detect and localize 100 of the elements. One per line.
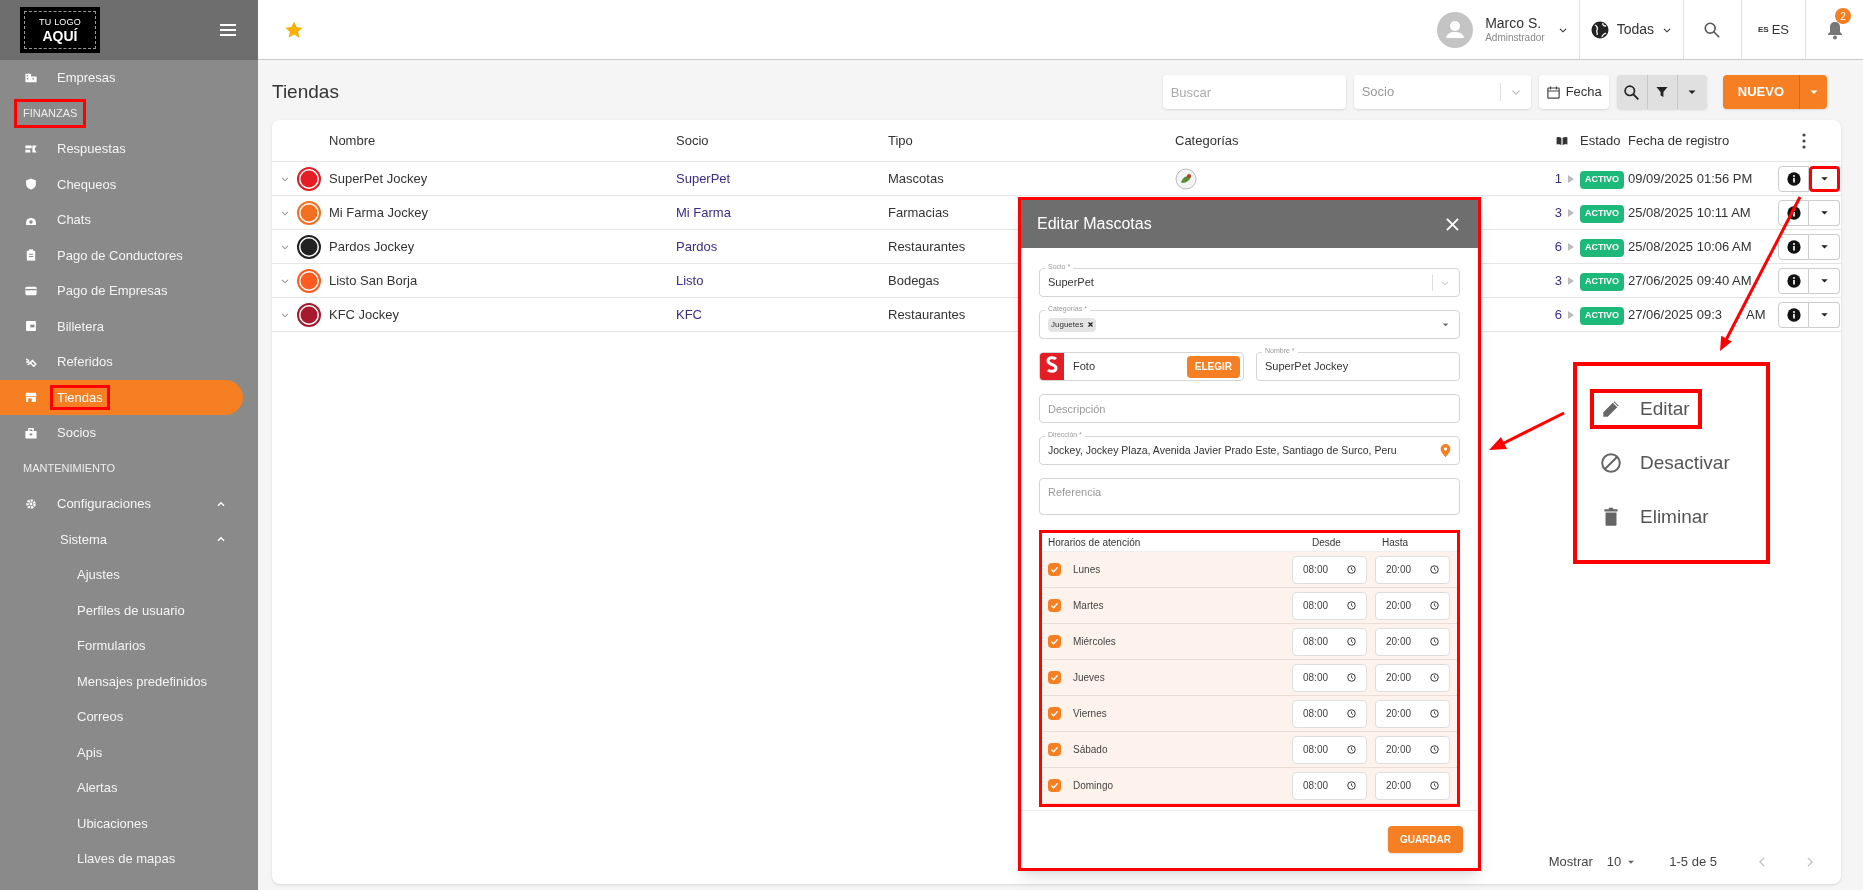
table-cell: Mascotas — [888, 170, 944, 186]
info-button[interactable] — [1778, 267, 1809, 294]
day-label: Viernes — [1073, 707, 1107, 721]
info-button[interactable] — [1778, 233, 1809, 260]
time-field[interactable]: 08:00 — [1292, 627, 1367, 656]
clock-icon — [1347, 565, 1356, 574]
check-icon — [1050, 745, 1059, 754]
search-icon — [1623, 83, 1641, 101]
menu-item-icon — [24, 177, 38, 192]
info-button[interactable] — [1778, 199, 1809, 226]
info-icon — [1786, 273, 1801, 288]
table-cell-text: 25/08/2025 10:11 AM — [1628, 203, 1751, 222]
column-header: Nombre — [329, 132, 376, 148]
location-pin-icon — [1440, 444, 1451, 457]
menu-item[interactable]: Eliminar — [1590, 497, 1721, 537]
reference-field[interactable]: Referencia — [1039, 478, 1460, 515]
menu-item-icon — [24, 425, 38, 440]
check-icon — [1050, 709, 1059, 718]
date-button[interactable]: Fecha — [1538, 75, 1609, 109]
time-field[interactable]: 20:00 — [1375, 699, 1450, 728]
table-cell: Listo San Borja — [329, 272, 418, 288]
checkbox[interactable] — [1048, 707, 1061, 720]
address-field[interactable]: Jockey, Jockey Plaza, Avenida Javier Prado Este, Santiago de Surco, Peru — [1039, 436, 1460, 465]
info-icon — [1786, 239, 1801, 254]
table-cell: Mi Farma Jockey — [329, 204, 428, 220]
time-field[interactable]: 08:00 — [1292, 699, 1367, 728]
clock-icon — [1430, 601, 1439, 610]
count-link[interactable]: 6 — [1554, 236, 1562, 257]
time-field[interactable]: 20:00 — [1375, 627, 1450, 656]
checkbox[interactable] — [1048, 779, 1061, 792]
time-field[interactable]: 20:00 — [1375, 555, 1450, 584]
caret-right-icon — [1568, 174, 1574, 183]
time-field[interactable]: 08:00 — [1292, 735, 1367, 764]
status-badge: ACTIVO — [1580, 239, 1624, 257]
category-chip[interactable]: Juguetes — [1048, 317, 1097, 332]
partner-link[interactable]: SuperPet — [676, 170, 731, 186]
info-button[interactable] — [1778, 301, 1809, 328]
clock-icon — [1430, 637, 1439, 646]
checkbox[interactable] — [1048, 563, 1061, 576]
column-header: Categorías — [1175, 132, 1239, 148]
field-label: Foto — [1073, 359, 1095, 375]
day-label: Sábado — [1073, 743, 1108, 757]
count-link[interactable]: 6 — [1554, 304, 1562, 325]
region-selector[interactable]: Todas — [1578, 0, 1683, 59]
check-icon — [1050, 637, 1059, 646]
time-field[interactable]: 20:00 — [1375, 663, 1450, 692]
search-field[interactable]: Buscar — [1162, 75, 1346, 109]
description-field[interactable]: Descripción — [1039, 394, 1460, 423]
clock-icon — [1347, 781, 1356, 790]
column-header: Desde — [1312, 535, 1342, 550]
time-field[interactable]: 20:00 — [1375, 771, 1450, 800]
row-menu-button[interactable] — [1809, 165, 1840, 192]
store-logo — [1040, 353, 1064, 380]
count-link[interactable]: 3 — [1554, 270, 1562, 291]
page-title: Tiendas — [272, 79, 339, 104]
checkbox[interactable] — [1048, 635, 1061, 648]
day-label: Martes — [1073, 599, 1104, 613]
caret-right-icon — [1568, 310, 1574, 319]
info-button[interactable] — [1778, 165, 1809, 192]
time-field[interactable]: 08:00 — [1292, 555, 1367, 584]
day-label: Miércoles — [1073, 635, 1116, 649]
count-link[interactable]: 1 — [1554, 168, 1562, 189]
clock-icon — [1430, 709, 1439, 718]
section-label: MANTENIMIENTO — [22, 461, 117, 476]
time-field[interactable]: 20:00 — [1375, 591, 1450, 620]
caret-right-icon — [1568, 242, 1574, 251]
time-field[interactable]: 08:00 — [1292, 663, 1367, 692]
calendar-icon — [1545, 84, 1561, 100]
user-menu[interactable]: Marco S. Adminstrador — [1437, 0, 1579, 59]
user-role: Adminstrador — [1485, 32, 1545, 45]
day-label: Domingo — [1073, 779, 1114, 793]
checkbox[interactable] — [1048, 671, 1061, 684]
time-field[interactable]: 08:00 — [1292, 591, 1367, 620]
language-selector[interactable]: ES ES — [1741, 0, 1805, 59]
search-icon[interactable] — [1703, 20, 1722, 39]
checkbox[interactable] — [1048, 599, 1061, 612]
page-size-select[interactable]: 10 — [1606, 852, 1638, 872]
column-header: Socio — [676, 132, 709, 148]
menu-item[interactable]: Desactivar — [1590, 443, 1742, 483]
info-icon — [1786, 205, 1801, 220]
check-icon — [1050, 673, 1059, 682]
time-field[interactable]: 08:00 — [1292, 771, 1367, 800]
status-badge: ACTIVO — [1580, 273, 1624, 291]
filter-icon — [1655, 85, 1670, 99]
status-badge: ACTIVO — [1580, 205, 1624, 223]
time-field[interactable]: 20:00 — [1375, 735, 1450, 764]
count-link[interactable]: 3 — [1554, 202, 1562, 223]
table-cell-text: 27/06/2025 09:40 AM — [1628, 271, 1752, 290]
pencil-icon — [1600, 398, 1622, 420]
checkbox[interactable] — [1048, 743, 1061, 756]
menu-item-icon — [24, 319, 38, 334]
partner-link[interactable]: Pardos — [676, 238, 718, 254]
clock-icon — [1347, 709, 1356, 718]
partner-select[interactable]: SuperPet — [1039, 268, 1460, 297]
partner-link[interactable]: Mi Farma — [676, 204, 731, 220]
partner-link[interactable]: KFC — [676, 306, 702, 322]
partner-link[interactable]: Listo — [676, 272, 704, 288]
table-cell: Pardos Jockey — [329, 238, 415, 254]
menu-item[interactable]: Editar — [1590, 389, 1702, 429]
column-header: Hasta — [1382, 535, 1410, 550]
